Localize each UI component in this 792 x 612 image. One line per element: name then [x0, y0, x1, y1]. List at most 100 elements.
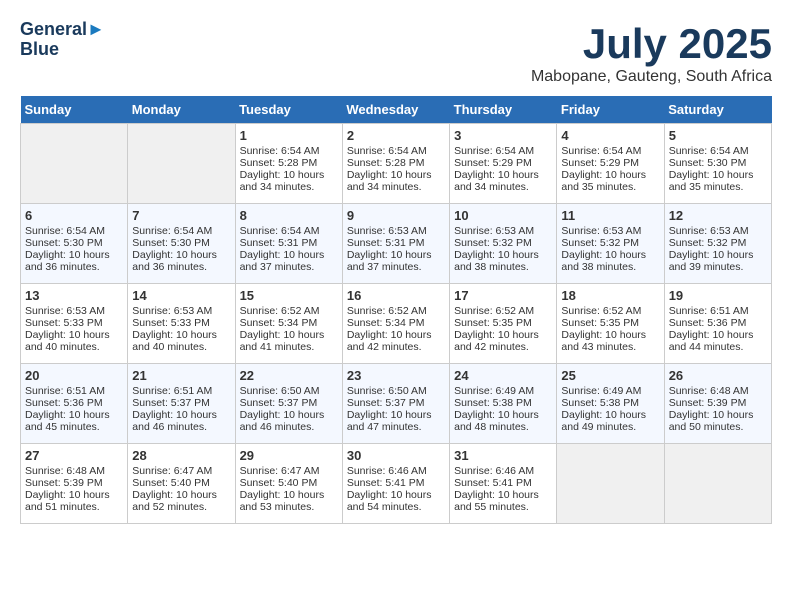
- calendar-cell: 14Sunrise: 6:53 AMSunset: 5:33 PMDayligh…: [128, 284, 235, 364]
- sunrise: Sunrise: 6:48 AM: [25, 465, 123, 477]
- sunrise: Sunrise: 6:54 AM: [454, 145, 552, 157]
- sunset: Sunset: 5:31 PM: [240, 237, 338, 249]
- day-number: 31: [454, 448, 552, 463]
- calendar-cell: 22 Sunrise: 6:50 AMSunset: 5:37 PMDayligh…: [235, 364, 342, 444]
- day-number: 16: [347, 288, 445, 303]
- sunset: Sunset: 5:37 PM: [132, 397, 230, 409]
- day-number: 22: [240, 368, 338, 383]
- sunrise: Sunrise: 6:54 AM: [132, 225, 230, 237]
- daylight: Daylight: 10 hours and 46 minutes.: [132, 409, 230, 433]
- sunrise: Sunrise: 6:52 AM: [561, 305, 659, 317]
- day-number: 18: [561, 288, 659, 303]
- sunrise: Sunrise: 6:51 AM: [25, 385, 123, 397]
- daylight: Daylight: 10 hours and 41 minutes.: [240, 329, 338, 353]
- day-number: 2: [347, 128, 445, 143]
- week-row-5: 27Sunrise: 6:48 AMSunset: 5:39 PMDayligh…: [21, 444, 772, 524]
- sunset: Sunset: 5:38 PM: [561, 397, 659, 409]
- daylight: Daylight: 10 hours and 53 minutes.: [240, 489, 338, 513]
- calendar-cell: 18Sunrise: 6:52 AMSunset: 5:35 PMDayligh…: [557, 284, 664, 364]
- sunset: Sunset: 5:39 PM: [25, 477, 123, 489]
- day-number: 21: [132, 368, 230, 383]
- calendar-cell: [21, 124, 128, 204]
- day-header-sunday: Sunday: [21, 96, 128, 124]
- sunset: Sunset: 5:36 PM: [669, 317, 767, 329]
- day-number: 3: [454, 128, 552, 143]
- sunrise: Sunrise: 6:50 AM: [347, 385, 445, 397]
- calendar-cell: 13Sunrise: 6:53 AMSunset: 5:33 PMDayligh…: [21, 284, 128, 364]
- sunset: Sunset: 5:37 PM: [240, 397, 338, 409]
- day-number: 25: [561, 368, 659, 383]
- calendar-cell: 3Sunrise: 6:54 AMSunset: 5:29 PMDaylight…: [450, 124, 557, 204]
- day-number: 17: [454, 288, 552, 303]
- daylight: Daylight: 10 hours and 35 minutes.: [669, 169, 767, 193]
- day-header-friday: Friday: [557, 96, 664, 124]
- daylight: Daylight: 10 hours and 49 minutes.: [561, 409, 659, 433]
- calendar-cell: 10Sunrise: 6:53 AMSunset: 5:32 PMDayligh…: [450, 204, 557, 284]
- sunrise: Sunrise: 6:53 AM: [454, 225, 552, 237]
- sunset: Sunset: 5:30 PM: [25, 237, 123, 249]
- sunset: Sunset: 5:34 PM: [240, 317, 338, 329]
- sunrise: Sunrise: 6:46 AM: [454, 465, 552, 477]
- calendar-cell: [557, 444, 664, 524]
- sunrise: Sunrise: 6:50 AM: [240, 385, 338, 397]
- day-header-saturday: Saturday: [664, 96, 771, 124]
- daylight: Daylight: 10 hours and 46 minutes.: [240, 409, 338, 433]
- day-number: 6: [25, 208, 123, 223]
- daylight: Daylight: 10 hours and 45 minutes.: [25, 409, 123, 433]
- sunrise: Sunrise: 6:47 AM: [132, 465, 230, 477]
- sunset: Sunset: 5:32 PM: [561, 237, 659, 249]
- month-title: July 2025: [531, 20, 772, 68]
- calendar-cell: 11Sunrise: 6:53 AMSunset: 5:32 PMDayligh…: [557, 204, 664, 284]
- daylight: Daylight: 10 hours and 51 minutes.: [25, 489, 123, 513]
- daylight: Daylight: 10 hours and 40 minutes.: [25, 329, 123, 353]
- calendar-cell: 12Sunrise: 6:53 AMSunset: 5:32 PMDayligh…: [664, 204, 771, 284]
- sunrise: Sunrise: 6:53 AM: [669, 225, 767, 237]
- daylight: Daylight: 10 hours and 42 minutes.: [347, 329, 445, 353]
- daylight: Daylight: 10 hours and 52 minutes.: [132, 489, 230, 513]
- sunrise: Sunrise: 6:51 AM: [669, 305, 767, 317]
- calendar-cell: 1Sunrise: 6:54 AMSunset: 5:28 PMDaylight…: [235, 124, 342, 204]
- daylight: Daylight: 10 hours and 37 minutes.: [240, 249, 338, 273]
- sunset: Sunset: 5:28 PM: [347, 157, 445, 169]
- sunrise: Sunrise: 6:51 AM: [132, 385, 230, 397]
- sunset: Sunset: 5:35 PM: [454, 317, 552, 329]
- daylight: Daylight: 10 hours and 36 minutes.: [25, 249, 123, 273]
- calendar-cell: 27 Sunrise: 6:48 AMSunset: 5:39 PMDayligh…: [21, 444, 128, 524]
- sunrise: Sunrise: 6:53 AM: [561, 225, 659, 237]
- day-number: 11: [561, 208, 659, 223]
- calendar-cell: 16Sunrise: 6:52 AMSunset: 5:34 PMDayligh…: [342, 284, 449, 364]
- daylight: Daylight: 10 hours and 35 minutes.: [561, 169, 659, 193]
- day-number: 8: [240, 208, 338, 223]
- sunset: Sunset: 5:29 PM: [561, 157, 659, 169]
- day-number: 19: [669, 288, 767, 303]
- daylight: Daylight: 10 hours and 48 minutes.: [454, 409, 552, 433]
- daylight: Daylight: 10 hours and 37 minutes.: [347, 249, 445, 273]
- calendar-cell: 20Sunrise: 6:51 AMSunset: 5:36 PMDayligh…: [21, 364, 128, 444]
- day-number: 15: [240, 288, 338, 303]
- calendar-cell: 30Sunrise: 6:46 AMSunset: 5:41 PMDayligh…: [342, 444, 449, 524]
- daylight: Daylight: 10 hours and 36 minutes.: [132, 249, 230, 273]
- sunrise: Sunrise: 6:54 AM: [561, 145, 659, 157]
- sunrise: Sunrise: 6:52 AM: [240, 305, 338, 317]
- day-number: 13: [25, 288, 123, 303]
- day-number: 14: [132, 288, 230, 303]
- sunset: Sunset: 5:29 PM: [454, 157, 552, 169]
- sunset: Sunset: 5:31 PM: [347, 237, 445, 249]
- sunset: Sunset: 5:37 PM: [347, 397, 445, 409]
- logo: General►Blue: [20, 20, 105, 60]
- day-number: 26: [669, 368, 767, 383]
- calendar-cell: 28Sunrise: 6:47 AMSunset: 5:40 PMDayligh…: [128, 444, 235, 524]
- location: Mabopane, Gauteng, South Africa: [531, 68, 772, 86]
- header-row: SundayMondayTuesdayWednesdayThursdayFrid…: [21, 96, 772, 124]
- calendar-cell: 15 Sunrise: 6:52 AMSunset: 5:34 PMDayligh…: [235, 284, 342, 364]
- day-number: 9: [347, 208, 445, 223]
- daylight: Daylight: 10 hours and 50 minutes.: [669, 409, 767, 433]
- calendar-cell: 6Sunrise: 6:54 AMSunset: 5:30 PMDaylight…: [21, 204, 128, 284]
- calendar-cell: 31Sunrise: 6:46 AMSunset: 5:41 PMDayligh…: [450, 444, 557, 524]
- day-number: 27: [25, 448, 123, 463]
- sunset: Sunset: 5:41 PM: [347, 477, 445, 489]
- sunrise: Sunrise: 6:49 AM: [561, 385, 659, 397]
- sunrise: Sunrise: 6:52 AM: [347, 305, 445, 317]
- sunrise: Sunrise: 6:53 AM: [347, 225, 445, 237]
- day-number: 29: [240, 448, 338, 463]
